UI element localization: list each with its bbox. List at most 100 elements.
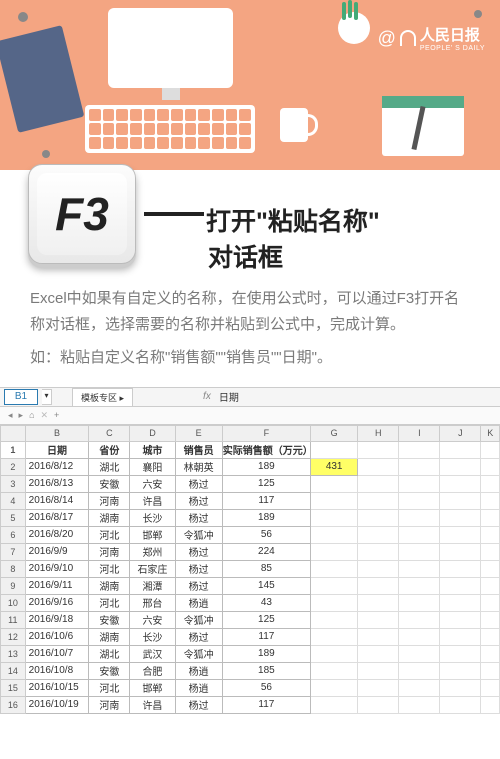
cell[interactable] — [481, 628, 500, 645]
cell[interactable]: 117 — [222, 628, 310, 645]
cell[interactable] — [399, 526, 440, 543]
cell[interactable]: 2016/10/6 — [25, 628, 89, 645]
cell[interactable]: 2016/10/8 — [25, 662, 89, 679]
cell[interactable]: 2016/9/18 — [25, 611, 89, 628]
cell[interactable]: 125 — [222, 611, 310, 628]
row-header[interactable]: 7 — [1, 543, 26, 560]
col-header[interactable]: D — [130, 425, 175, 441]
cell[interactable] — [358, 509, 399, 526]
cell[interactable]: 许昌 — [130, 492, 175, 509]
cell[interactable] — [440, 594, 481, 611]
row-header[interactable]: 5 — [1, 509, 26, 526]
cell[interactable] — [481, 475, 500, 492]
cell[interactable]: 河北 — [89, 560, 130, 577]
cell[interactable]: 湖北 — [89, 645, 130, 662]
cell[interactable]: 43 — [222, 594, 310, 611]
cell[interactable] — [399, 475, 440, 492]
cell[interactable] — [311, 594, 358, 611]
cell[interactable]: 杨逍 — [175, 594, 222, 611]
cell[interactable] — [481, 509, 500, 526]
row-header[interactable]: 11 — [1, 611, 26, 628]
cell[interactable]: 长沙 — [130, 509, 175, 526]
cell[interactable]: 117 — [222, 492, 310, 509]
cell[interactable] — [481, 645, 500, 662]
cell[interactable]: 许昌 — [130, 696, 175, 713]
cell[interactable]: 令狐冲 — [175, 645, 222, 662]
cell[interactable]: 2016/10/19 — [25, 696, 89, 713]
cell[interactable] — [311, 662, 358, 679]
cell[interactable] — [311, 645, 358, 662]
cell[interactable]: 杨逍 — [175, 662, 222, 679]
cell[interactable] — [481, 662, 500, 679]
row-header[interactable]: 15 — [1, 679, 26, 696]
cell[interactable]: 郑州 — [130, 543, 175, 560]
fx-value[interactable]: 日期 — [219, 389, 239, 404]
cell[interactable] — [440, 492, 481, 509]
cell[interactable] — [481, 543, 500, 560]
row-header[interactable]: 13 — [1, 645, 26, 662]
cell[interactable]: 2016/9/16 — [25, 594, 89, 611]
cell[interactable]: 湖北 — [89, 458, 130, 475]
cell[interactable]: 2016/8/13 — [25, 475, 89, 492]
cell[interactable]: 令狐冲 — [175, 611, 222, 628]
cell[interactable] — [399, 458, 440, 475]
cell[interactable]: 杨过 — [175, 696, 222, 713]
cell[interactable] — [440, 560, 481, 577]
cell[interactable] — [311, 560, 358, 577]
cell[interactable]: 河北 — [89, 526, 130, 543]
header-cell[interactable]: 省份 — [89, 441, 130, 458]
cell[interactable]: 杨过 — [175, 492, 222, 509]
cell[interactable]: 2016/8/14 — [25, 492, 89, 509]
col-header[interactable]: K — [481, 425, 500, 441]
cell[interactable]: 杨过 — [175, 543, 222, 560]
cell[interactable]: 令狐冲 — [175, 526, 222, 543]
cell[interactable]: 125 — [222, 475, 310, 492]
cell[interactable]: 六安 — [130, 611, 175, 628]
header-cell[interactable] — [399, 441, 440, 458]
cell[interactable]: 合肥 — [130, 662, 175, 679]
cell[interactable]: 武汉 — [130, 645, 175, 662]
cell[interactable]: 189 — [222, 645, 310, 662]
cell[interactable]: 河南 — [89, 492, 130, 509]
header-cell[interactable]: 日期 — [25, 441, 89, 458]
cell[interactable] — [440, 475, 481, 492]
cell[interactable] — [311, 475, 358, 492]
cell[interactable] — [399, 594, 440, 611]
cell[interactable]: 湖南 — [89, 509, 130, 526]
cell[interactable]: 河北 — [89, 594, 130, 611]
cell[interactable] — [440, 543, 481, 560]
name-box[interactable]: B1 — [4, 389, 38, 405]
cell[interactable]: 2016/9/10 — [25, 560, 89, 577]
cell[interactable] — [358, 645, 399, 662]
cell[interactable] — [399, 492, 440, 509]
cell[interactable]: 长沙 — [130, 628, 175, 645]
cell[interactable] — [440, 628, 481, 645]
col-header[interactable]: J — [440, 425, 481, 441]
cell[interactable] — [358, 543, 399, 560]
header-cell[interactable]: 实际销售额（万元） — [222, 441, 310, 458]
cell[interactable]: 湖南 — [89, 628, 130, 645]
cell[interactable] — [311, 628, 358, 645]
template-tab[interactable]: 模板专区 ▸ — [72, 388, 133, 406]
row-header[interactable]: 12 — [1, 628, 26, 645]
cell[interactable] — [399, 679, 440, 696]
cell[interactable]: 湘潭 — [130, 577, 175, 594]
header-cell[interactable]: 城市 — [130, 441, 175, 458]
cell[interactable] — [399, 560, 440, 577]
cell[interactable] — [399, 628, 440, 645]
cell[interactable] — [481, 594, 500, 611]
cell[interactable]: 杨逍 — [175, 679, 222, 696]
cell[interactable]: 56 — [222, 679, 310, 696]
cell[interactable] — [440, 577, 481, 594]
cell[interactable]: 杨过 — [175, 628, 222, 645]
cell[interactable]: 六安 — [130, 475, 175, 492]
cell[interactable]: 河南 — [89, 696, 130, 713]
cell[interactable] — [358, 526, 399, 543]
cell[interactable] — [440, 509, 481, 526]
cell[interactable] — [358, 577, 399, 594]
cell[interactable] — [358, 696, 399, 713]
cell[interactable]: 杨过 — [175, 577, 222, 594]
cell[interactable]: 85 — [222, 560, 310, 577]
cell[interactable] — [358, 594, 399, 611]
cell[interactable]: 2016/10/15 — [25, 679, 89, 696]
